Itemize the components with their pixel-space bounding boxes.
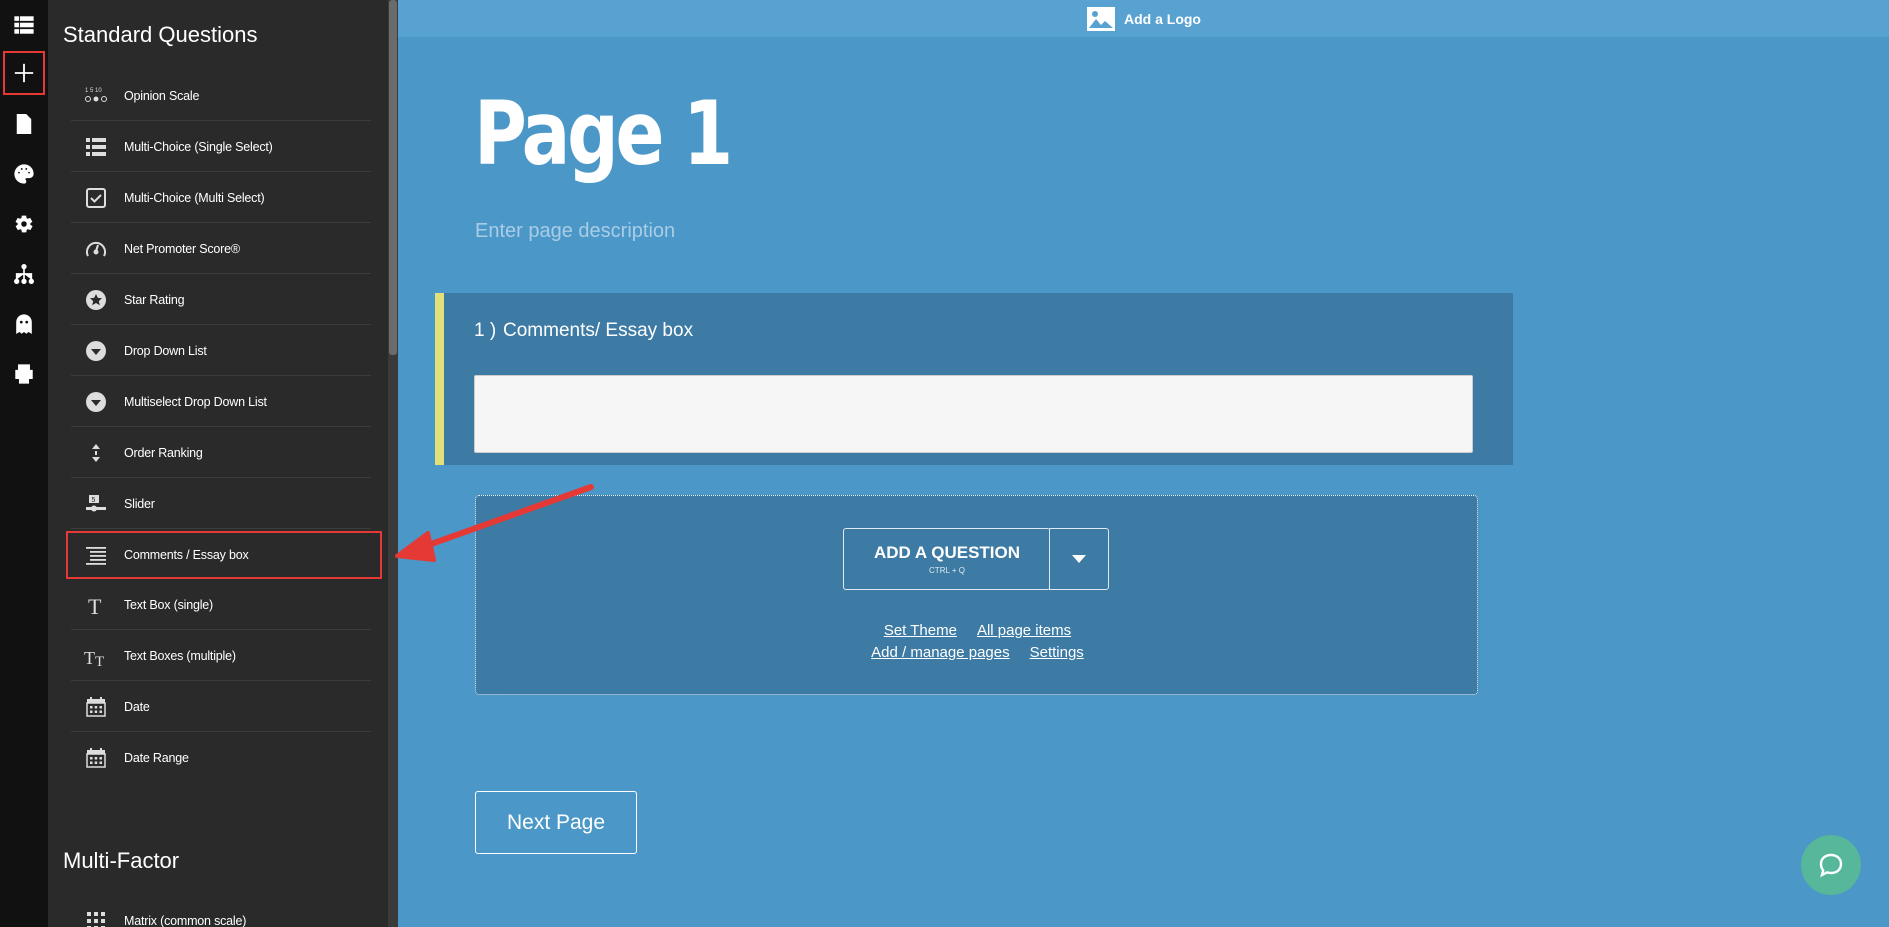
add-logo-label: Add a Logo [1124, 10, 1201, 27]
question-type-date[interactable]: Date [71, 682, 371, 732]
palette-icon [14, 164, 34, 184]
question-type-label: Star Rating [124, 292, 185, 307]
print-icon [15, 364, 33, 384]
panel-scrollbar[interactable] [388, 0, 398, 927]
add-question-shortcut: CTRL + Q [929, 566, 965, 575]
question-type-label: Text Box (single) [124, 597, 213, 612]
standard-questions-heading: Standard Questions [63, 22, 258, 47]
essay-icon [81, 540, 111, 570]
question-type-label: Opinion Scale [124, 88, 200, 103]
calendar-range-icon [81, 743, 111, 773]
question-type-drop-down[interactable]: Drop Down List [71, 326, 371, 376]
question-type-date-range[interactable]: Date Range [71, 733, 371, 783]
icon-rail [0, 0, 48, 927]
logic-button[interactable] [0, 249, 48, 299]
question-type-label: Net Promoter Score® [124, 241, 240, 256]
questions-list-button[interactable] [0, 0, 48, 50]
question-type-comments-essay[interactable]: Comments / Essay box [66, 531, 382, 579]
question-type-text-box-single[interactable]: T Text Box (single) [71, 580, 371, 630]
checkbox-icon [81, 183, 111, 213]
anonymous-button[interactable] [0, 299, 48, 349]
page-icon [16, 114, 32, 134]
question-accent-bar [435, 293, 444, 465]
question-type-matrix[interactable]: Matrix (common scale) [71, 896, 371, 927]
slider-icon: 5 [81, 489, 111, 519]
calendar-icon [81, 692, 111, 722]
svg-text:5: 5 [92, 497, 96, 504]
svg-text:T: T [95, 654, 104, 668]
page-title[interactable]: Page 1 [474, 82, 733, 185]
add-question-dropdown[interactable] [1049, 528, 1109, 590]
question-type-nps[interactable]: Net Promoter Score® [71, 224, 371, 274]
survey-canvas: Add a Logo Page 1 Enter page description… [398, 0, 1889, 927]
star-icon [81, 285, 111, 315]
question-type-multi-choice-single[interactable]: Multi-Choice (Single Select) [71, 122, 371, 172]
multiselect-dropdown-icon [81, 387, 111, 417]
svg-text:1 5 10: 1 5 10 [85, 88, 102, 94]
ranking-icon [81, 438, 111, 468]
page-description-input[interactable]: Enter page description [475, 220, 675, 243]
add-question-button[interactable]: ADD A QUESTION CTRL + Q [843, 528, 1050, 590]
image-icon [1087, 6, 1115, 31]
question-type-opinion-scale[interactable]: 1 5 10 Opinion Scale [71, 71, 371, 121]
settings-button[interactable] [0, 199, 48, 249]
gear-icon [15, 215, 33, 233]
question-type-label: Multi-Choice (Single Select) [124, 139, 273, 154]
theme-button[interactable] [0, 149, 48, 199]
text-multiple-icon: TT [81, 641, 111, 671]
question-type-label: Drop Down List [124, 343, 207, 358]
manage-pages-link[interactable]: Add / manage pages [871, 644, 1009, 661]
sitemap-icon [14, 264, 34, 284]
question-type-label: Date [124, 699, 150, 714]
question-type-label: Order Ranking [124, 445, 203, 460]
dropdown-icon [81, 336, 111, 366]
essay-answer-box[interactable] [474, 375, 1473, 453]
question-type-multiselect-drop-down[interactable]: Multiselect Drop Down List [71, 377, 371, 427]
svg-text:T: T [88, 594, 102, 617]
question-type-label: Comments / Essay box [124, 548, 249, 562]
set-theme-link[interactable]: Set Theme [884, 622, 957, 639]
question-type-slider[interactable]: 5 Slider [71, 479, 371, 529]
question-type-order-ranking[interactable]: Order Ranking [71, 428, 371, 478]
pages-button[interactable] [0, 99, 48, 149]
question-type-label: Text Boxes (multiple) [124, 648, 236, 663]
add-question-rail-button[interactable] [2, 50, 46, 96]
next-page-button[interactable]: Next Page [475, 791, 637, 854]
plus-icon [14, 63, 34, 83]
canvas-links-row: Add / manage pages Settings [476, 644, 1479, 661]
question-type-text-boxes-multiple[interactable]: TT Text Boxes (multiple) [71, 631, 371, 681]
question-type-label: Slider [124, 496, 155, 511]
opinion-scale-icon: 1 5 10 [81, 81, 111, 111]
chat-icon [1819, 853, 1843, 878]
question-number: 1 ) [474, 320, 497, 341]
question-type-label: Multi-Choice (Multi Select) [124, 190, 265, 205]
gauge-icon [81, 234, 111, 264]
chat-support-button[interactable] [1801, 835, 1861, 895]
matrix-icon [81, 906, 111, 927]
text-single-icon: T [81, 590, 111, 620]
question-types-panel: Standard Questions 1 5 10 Opinion Scale … [48, 0, 390, 927]
question-type-label: Matrix (common scale) [124, 914, 247, 927]
list-icon [81, 132, 111, 162]
multi-factor-heading: Multi-Factor [63, 848, 180, 873]
add-question-zone: ADD A QUESTION CTRL + Q Set Theme All pa… [475, 495, 1478, 695]
settings-link[interactable]: Settings [1030, 644, 1084, 661]
question-type-label: Multiselect Drop Down List [124, 394, 267, 409]
question-type-multi-choice-multi[interactable]: Multi-Choice (Multi Select) [71, 173, 371, 223]
add-question-label: ADD A QUESTION [873, 543, 1021, 562]
print-button[interactable] [0, 349, 48, 399]
question-card[interactable]: 1 ) Comments/ Essay box [435, 293, 1513, 465]
question-type-star-rating[interactable]: Star Rating [71, 275, 371, 325]
ghost-icon [16, 314, 32, 335]
canvas-links-row: Set Theme All page items [476, 622, 1479, 639]
add-logo-button[interactable]: Add a Logo [398, 0, 1889, 37]
list-icon [14, 16, 34, 34]
svg-text:T: T [84, 648, 95, 668]
question-text[interactable]: Comments/ Essay box [503, 320, 693, 342]
question-type-label: Date Range [124, 751, 189, 765]
scrollbar-thumb[interactable] [389, 0, 397, 355]
all-page-items-link[interactable]: All page items [977, 622, 1071, 639]
caret-down-icon [1072, 555, 1086, 563]
